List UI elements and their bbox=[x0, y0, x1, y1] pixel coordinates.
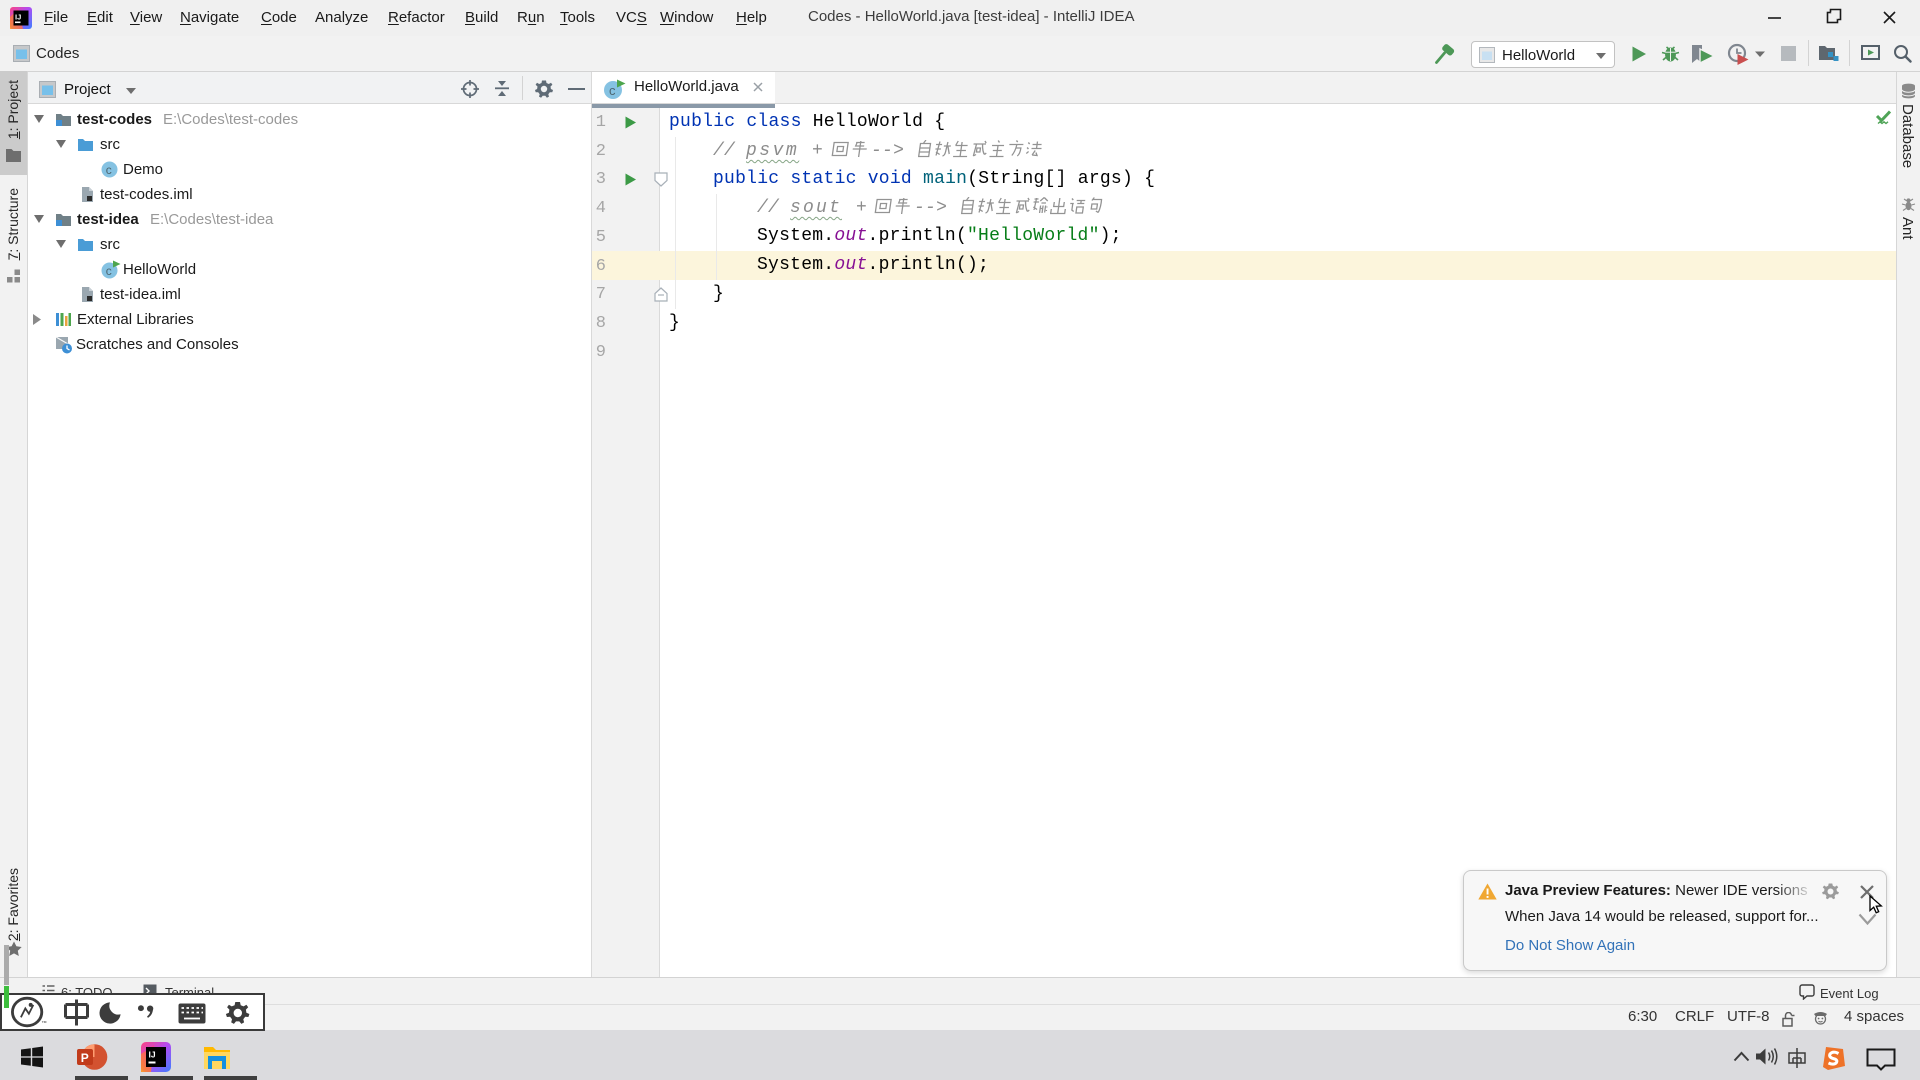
svg-text:c: c bbox=[106, 163, 112, 177]
svg-text:IJ: IJ bbox=[15, 13, 21, 22]
svg-text:P: P bbox=[81, 1051, 89, 1065]
svg-text:c: c bbox=[609, 83, 616, 98]
svg-text:IJ: IJ bbox=[149, 1050, 156, 1060]
svg-text:c: c bbox=[106, 264, 112, 278]
svg-text:™: ™ bbox=[41, 1020, 46, 1026]
